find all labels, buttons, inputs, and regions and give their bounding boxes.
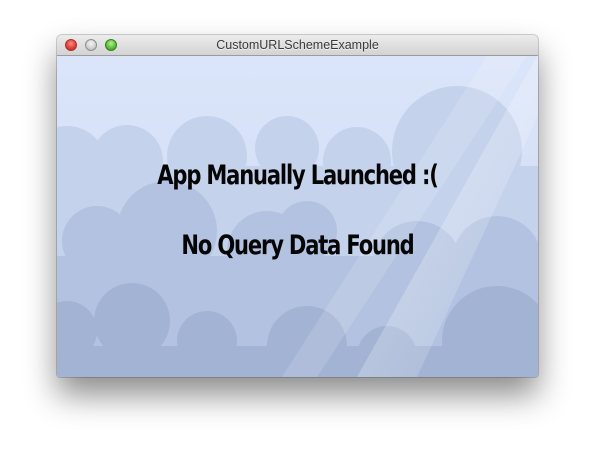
window-title: CustomURLSchemeExample [216, 38, 379, 52]
query-status-text: No Query Data Found [181, 230, 414, 261]
title-bar[interactable]: CustomURLSchemeExample [57, 35, 538, 56]
app-window: CustomURLSchemeExample App Manually Laun… [57, 35, 538, 377]
sky-cloud-background [57, 56, 538, 377]
launch-status-text: App Manually Launched :( [157, 160, 439, 191]
content-area: App Manually Launched :( No Query Data F… [57, 56, 538, 377]
